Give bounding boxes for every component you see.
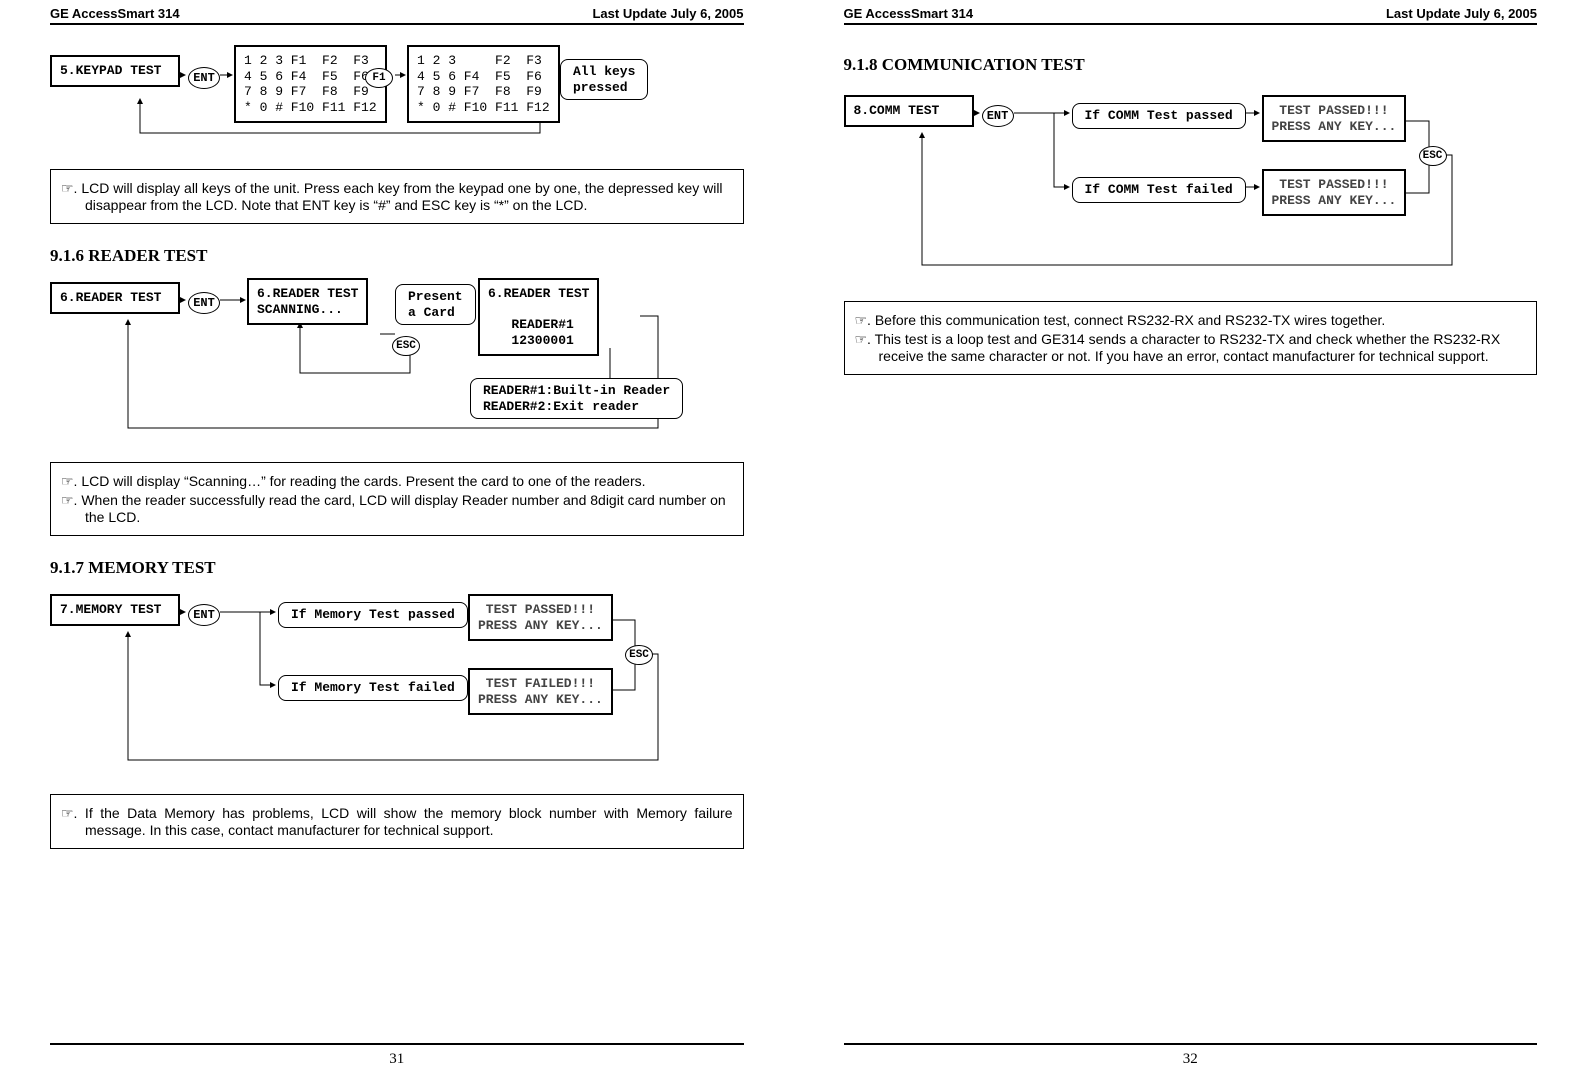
present-card-action: Present a Card — [395, 284, 476, 325]
ent-key-icon: ENT — [188, 292, 220, 314]
lcd-keypad-grid-partial: 1 2 3 F2 F3 4 5 6 F4 F5 F6 7 8 9 F7 F8 F… — [407, 45, 560, 123]
lcd-memory-menu: 7.MEMORY TEST — [50, 594, 180, 626]
doc-name: GE AccessSmart 314 — [844, 6, 974, 23]
page-left: GE AccessSmart 314 Last Update July 6, 2… — [0, 0, 794, 1086]
doc-update: Last Update July 6, 2005 — [592, 6, 743, 23]
page-number: 32 — [1183, 1051, 1198, 1067]
esc-key-icon: ESC — [1419, 146, 1447, 166]
memory-note: ☞. If the Data Memory has problems, LCD … — [50, 794, 744, 849]
page-number: 31 — [389, 1051, 404, 1067]
f1-key-icon: F1 — [365, 68, 393, 88]
ent-key-icon: ENT — [982, 105, 1014, 127]
memory-test-title: 9.1.7 MEMORY TEST — [50, 558, 744, 578]
reader-test-flow: 6.READER TEST ENT 6.READER TEST SCANNING… — [50, 278, 744, 448]
esc-key-icon: ESC — [625, 645, 653, 665]
lcd-keypad-grid-full: 1 2 3 F1 F2 F3 4 5 6 F4 F5 F6 7 8 9 F7 F… — [234, 45, 387, 123]
lcd-reader-result: 6.READER TEST READER#1 12300001 — [478, 278, 599, 356]
page-right: GE AccessSmart 314 Last Update July 6, 2… — [794, 0, 1587, 1086]
page-header: GE AccessSmart 314 Last Update July 6, 2… — [50, 0, 744, 25]
lcd-memory-pass: TEST PASSED!!! PRESS ANY KEY... — [468, 594, 613, 641]
memory-pass-cond: If Memory Test passed — [278, 602, 468, 628]
comm-note-2: ☞. This test is a loop test and GE314 se… — [855, 331, 1527, 364]
keypad-note: ☞. LCD will display all keys of the unit… — [50, 169, 744, 224]
keypad-test-flow: 5.KEYPAD TEST ENT 1 2 3 F1 F2 F3 4 5 6 F… — [50, 45, 744, 155]
memory-fail-cond: If Memory Test failed — [278, 675, 468, 701]
lcd-memory-fail: TEST FAILED!!! PRESS ANY KEY... — [468, 668, 613, 715]
lcd-keypad-menu: 5.KEYPAD TEST — [50, 55, 180, 87]
doc-name: GE AccessSmart 314 — [50, 6, 180, 23]
reader-note-1: ☞. LCD will display “Scanning…” for read… — [61, 473, 733, 490]
keypad-note-text: ☞. LCD will display all keys of the unit… — [61, 180, 733, 213]
reader-legend: READER#1:Built-in Reader READER#2:Exit r… — [470, 378, 683, 419]
doc-update: Last Update July 6, 2005 — [1386, 6, 1537, 23]
lcd-comm-menu: 8.COMM TEST — [844, 95, 974, 127]
memory-test-flow: 7.MEMORY TEST ENT If Memory Test passed … — [50, 590, 744, 780]
reader-note: ☞. LCD will display “Scanning…” for read… — [50, 462, 744, 536]
comm-note: ☞. Before this communication test, conne… — [844, 301, 1538, 375]
lcd-comm-fail: TEST PASSED!!! PRESS ANY KEY... — [1262, 169, 1407, 216]
ent-key-icon: ENT — [188, 604, 220, 626]
lcd-all-keys-pressed: All keys pressed — [560, 59, 648, 100]
page-header: GE AccessSmart 314 Last Update July 6, 2… — [844, 0, 1538, 25]
memory-note-text: ☞. If the Data Memory has problems, LCD … — [61, 805, 733, 838]
comm-note-1: ☞. Before this communication test, conne… — [855, 312, 1527, 329]
ent-key-icon: ENT — [188, 67, 220, 89]
comm-fail-cond: If COMM Test failed — [1072, 177, 1246, 203]
reader-note-2: ☞. When the reader successfully read the… — [61, 492, 733, 525]
comm-pass-cond: If COMM Test passed — [1072, 103, 1246, 129]
lcd-reader-menu: 6.READER TEST — [50, 282, 180, 314]
page-footer: 32 — [794, 1043, 1587, 1068]
lcd-comm-pass: TEST PASSED!!! PRESS ANY KEY... — [1262, 95, 1407, 142]
comm-test-flow: 8.COMM TEST ENT If COMM Test passed If C… — [844, 87, 1538, 287]
lcd-reader-scan: 6.READER TEST SCANNING... — [247, 278, 368, 325]
page-footer: 31 — [0, 1043, 794, 1068]
reader-test-title: 9.1.6 READER TEST — [50, 246, 744, 266]
esc-key-icon: ESC — [392, 336, 420, 356]
comm-test-title: 9.1.8 COMMUNICATION TEST — [844, 55, 1538, 75]
